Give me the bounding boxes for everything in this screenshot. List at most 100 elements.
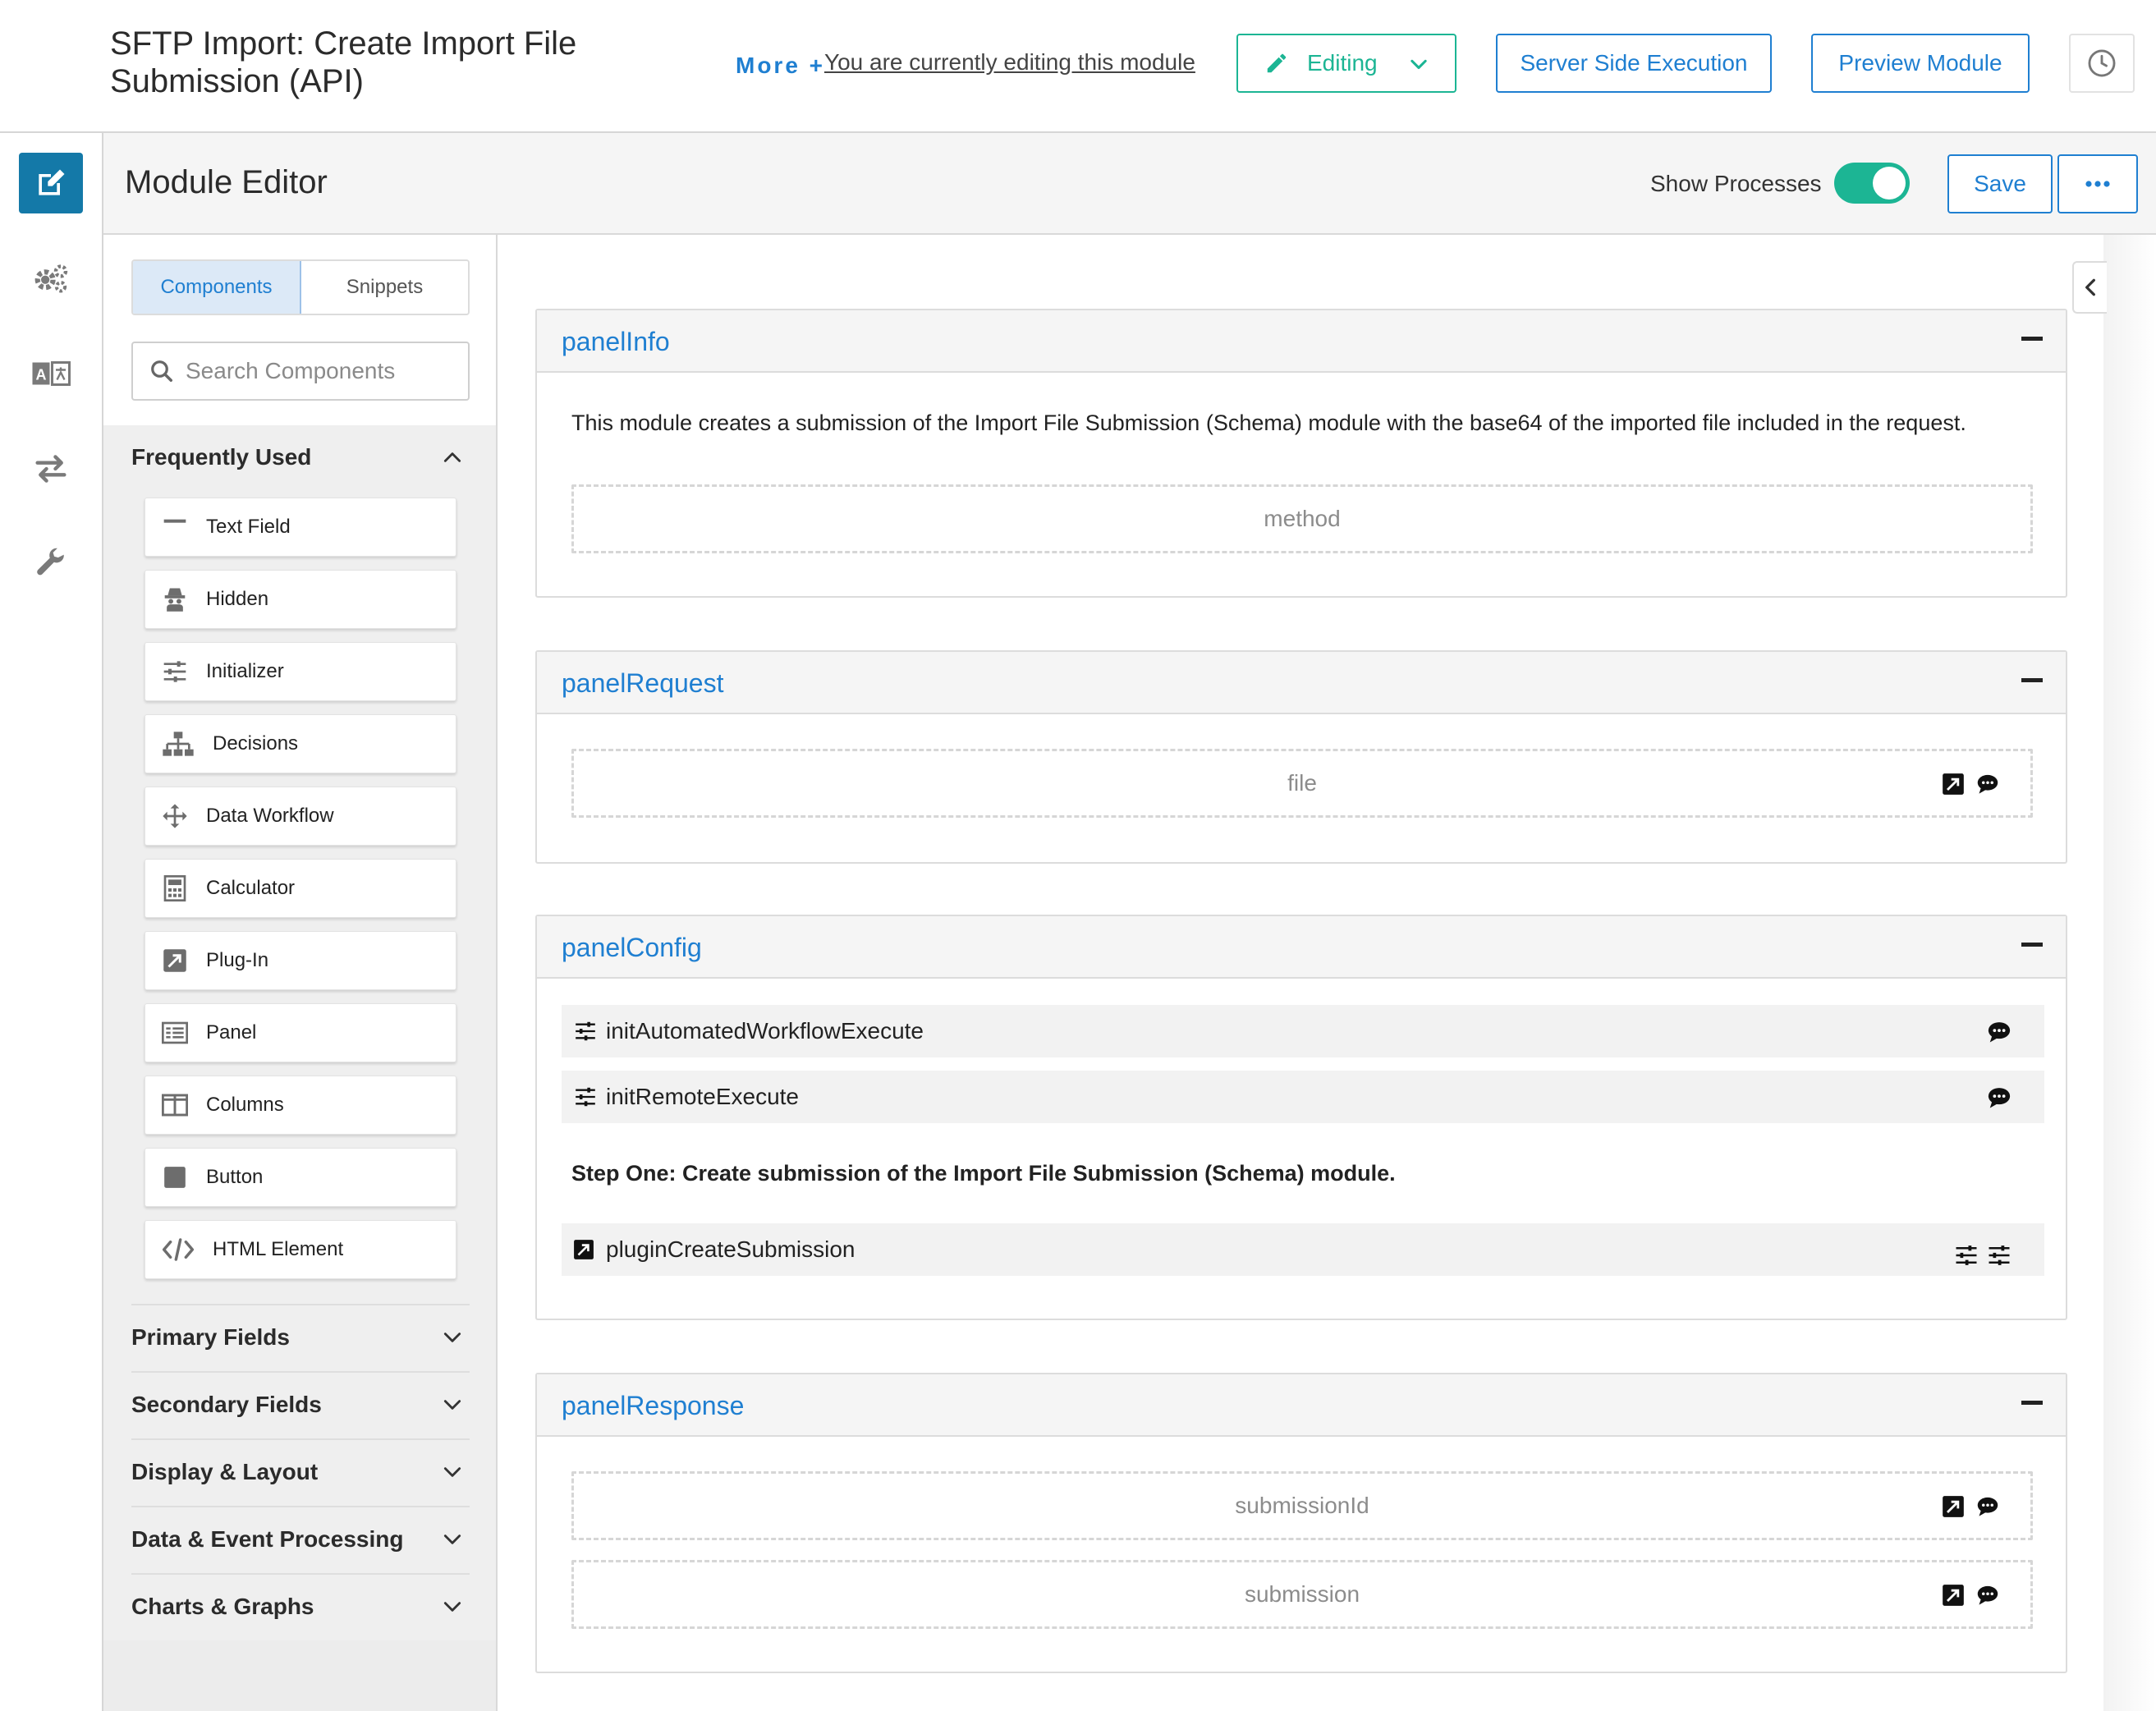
minimize-icon[interactable] <box>2021 337 2043 341</box>
panel-info[interactable]: panelInfo This module creates a submissi… <box>535 309 2067 598</box>
html-element-icon <box>162 1236 195 1263</box>
panel-request[interactable]: panelRequest file <box>535 650 2067 864</box>
gears-icon <box>34 264 68 293</box>
component-html-element[interactable]: HTML Element <box>144 1220 456 1279</box>
server-side-execution-button[interactable]: Server Side Execution <box>1496 34 1772 93</box>
comment-icon[interactable] <box>1987 1020 2012 1044</box>
initializer-icon <box>573 1085 598 1109</box>
field-method[interactable]: method <box>571 484 2033 553</box>
panel-description: This module creates a submission of the … <box>571 411 1966 435</box>
history-button[interactable] <box>2069 34 2135 93</box>
component-label: Data Workflow <box>206 805 334 827</box>
field-file[interactable]: file <box>571 749 2033 818</box>
component-data-workflow[interactable]: Data Workflow <box>144 787 456 846</box>
panel-config[interactable]: panelConfig initAutomatedWorkflowExecute… <box>535 915 2067 1320</box>
editing-note-link[interactable]: You are currently editing this module <box>824 49 1195 76</box>
component-button[interactable]: Button <box>144 1148 456 1207</box>
minimize-icon[interactable] <box>2021 678 2043 682</box>
more-link[interactable]: More + <box>736 53 825 79</box>
minimize-icon[interactable] <box>2021 1401 2043 1405</box>
component-label: HTML Element <box>213 1238 344 1260</box>
row-label: pluginCreateSubmission <box>606 1236 856 1262</box>
sidebar-top: Components Snippets <box>103 235 496 425</box>
canvas-right-edge <box>2103 235 2156 1711</box>
show-processes-toggle[interactable] <box>1834 163 1910 204</box>
comment-icon[interactable] <box>1976 773 1999 796</box>
comment-icon[interactable] <box>1976 1495 1999 1518</box>
component-plugin[interactable]: Plug-In <box>144 931 456 990</box>
component-initializer[interactable]: Initializer <box>144 642 456 701</box>
panel-title: panelResponse <box>562 1391 745 1420</box>
row-init-automated-workflow-execute[interactable]: initAutomatedWorkflowExecute <box>562 1005 2044 1057</box>
comment-icon[interactable] <box>1976 1584 1999 1607</box>
category-label: Charts & Graphs <box>131 1594 314 1619</box>
component-label: Plug-In <box>206 949 269 971</box>
category-charts-graphs[interactable]: Charts & Graphs <box>131 1575 470 1639</box>
rail-translations[interactable]: A <box>19 343 83 404</box>
panel-title: panelConfig <box>562 933 702 962</box>
component-label: Text Field <box>206 516 291 538</box>
row-init-remote-execute[interactable]: initRemoteExecute <box>562 1071 2044 1123</box>
chevron-left-icon <box>2085 278 2095 296</box>
components-sidebar: Components Snippets Frequently Used Text… <box>103 235 498 1711</box>
minimize-icon[interactable] <box>2021 943 2043 947</box>
tab-snippets[interactable]: Snippets <box>301 261 468 314</box>
category-display-layout[interactable]: Display & Layout <box>131 1440 470 1504</box>
rail-tools[interactable] <box>19 534 83 594</box>
initializer-icon <box>162 658 188 685</box>
transfer-arrows-icon <box>35 455 67 483</box>
component-label: Columns <box>206 1094 284 1116</box>
columns-icon <box>162 1092 188 1118</box>
field-submission-id[interactable]: submissionId <box>571 1471 2033 1540</box>
left-icon-rail: A <box>0 133 103 1711</box>
component-decisions[interactable]: Decisions <box>144 714 456 773</box>
category-data-event-processing[interactable]: Data & Event Processing <box>131 1507 470 1571</box>
panel-header: panelRequest <box>537 652 2066 714</box>
component-columns[interactable]: Columns <box>144 1076 456 1135</box>
component-label: Decisions <box>213 732 299 755</box>
category-label: Secondary Fields <box>131 1392 322 1417</box>
clock-icon <box>2088 49 2116 77</box>
row-plugin-create-submission[interactable]: pluginCreateSubmission <box>562 1223 2044 1276</box>
component-hidden[interactable]: Hidden <box>144 570 456 629</box>
plugin-icon[interactable] <box>1942 1495 1965 1518</box>
tab-components[interactable]: Components <box>133 261 301 314</box>
panel-header: panelConfig <box>537 916 2066 979</box>
rail-settings[interactable] <box>19 248 83 309</box>
sliders-icon[interactable] <box>1954 1243 1979 1268</box>
rail-data-transfer[interactable] <box>19 438 83 499</box>
editing-dropdown-button[interactable]: Editing <box>1236 34 1456 93</box>
category-secondary-fields[interactable]: Secondary Fields <box>131 1373 470 1437</box>
component-text-field[interactable]: Text Field <box>144 498 456 557</box>
more-options-button[interactable] <box>2057 154 2138 213</box>
rail-module-editor[interactable] <box>19 153 83 213</box>
comment-icon[interactable] <box>1987 1085 2012 1110</box>
row-label: initAutomatedWorkflowExecute <box>606 1018 924 1044</box>
field-icons <box>1942 1584 1999 1607</box>
plugin-icon[interactable] <box>1942 773 1965 796</box>
field-icons <box>1942 773 1999 796</box>
category-primary-fields[interactable]: Primary Fields <box>131 1305 470 1369</box>
category-frequently-used[interactable]: Frequently Used <box>131 425 470 489</box>
search-components-input[interactable] <box>186 358 465 384</box>
component-panel[interactable]: Panel <box>144 1003 456 1062</box>
search-icon <box>151 360 172 382</box>
page-title: SFTP Import: Create Import File Submissi… <box>110 25 577 99</box>
chevron-down-icon <box>443 1333 461 1342</box>
category-label: Primary Fields <box>131 1324 290 1350</box>
preview-module-button[interactable]: Preview Module <box>1811 34 2030 93</box>
category-label: Frequently Used <box>131 444 312 470</box>
plugin-icon[interactable] <box>1942 1584 1965 1607</box>
component-calculator[interactable]: Calculator <box>144 859 456 918</box>
save-button[interactable]: Save <box>1947 154 2053 213</box>
chevron-down-icon <box>443 1534 461 1544</box>
collapse-panel-button[interactable] <box>2072 261 2107 314</box>
panel-response[interactable]: panelResponse submissionId submission <box>535 1373 2067 1673</box>
chevron-down-icon <box>443 1400 461 1410</box>
text-field-icon <box>162 514 188 540</box>
hidden-icon <box>162 586 188 612</box>
field-submission[interactable]: submission <box>571 1560 2033 1629</box>
panel-icon <box>162 1020 188 1046</box>
chevron-down-icon <box>443 1467 461 1477</box>
sliders-icon[interactable] <box>1987 1243 2012 1268</box>
